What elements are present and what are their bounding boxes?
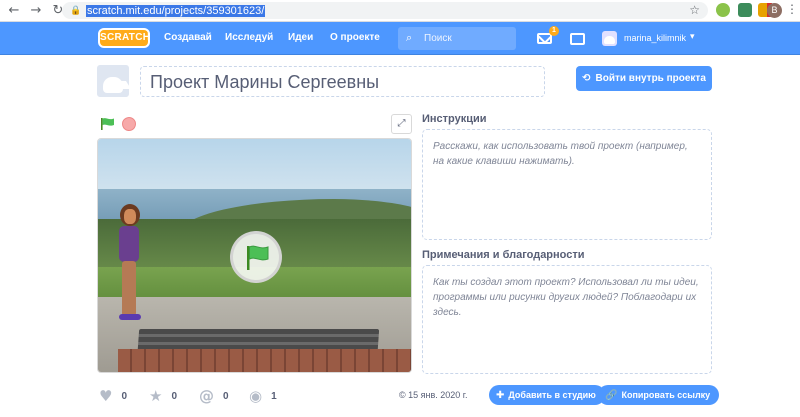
- link-icon: 🔗: [605, 389, 618, 401]
- project-title-input[interactable]: Проект Марины Сергеевны: [140, 66, 545, 97]
- character-sprite: [116, 204, 142, 322]
- remix-stat: @ 0: [199, 387, 229, 405]
- copy-link-label: Копировать ссылку: [621, 390, 711, 400]
- search-icon: ⌕: [406, 31, 413, 44]
- eye-icon: ◉: [249, 387, 263, 405]
- instructions-heading: Инструкции: [422, 113, 487, 125]
- green-flag-icon[interactable]: [101, 118, 115, 130]
- start-project-button[interactable]: [230, 231, 282, 283]
- extension-icon[interactable]: [716, 3, 730, 17]
- add-to-studio-button[interactable]: ✚ Добавить в студию: [489, 385, 605, 405]
- lock-icon: 🔒: [70, 5, 82, 16]
- instructions-textarea[interactable]: Расскажи, как использовать твой проект (…: [422, 129, 712, 240]
- favorite-stat[interactable]: ★ 0: [149, 387, 177, 405]
- views-stat: ◉ 1: [249, 387, 277, 405]
- stage-backdrop-bricks: [118, 349, 411, 372]
- address-bar[interactable]: 🔒 scratch.mit.edu/projects/359301623/ ☆: [62, 2, 708, 19]
- extension-icon[interactable]: [738, 3, 752, 17]
- project-date: © 15 янв. 2020 г.: [399, 390, 468, 400]
- forward-icon[interactable]: →: [28, 3, 44, 19]
- copy-link-button[interactable]: 🔗 Копировать ссылку: [598, 385, 720, 405]
- browser-profile-avatar[interactable]: B: [767, 3, 782, 18]
- messages-count-badge: 1: [549, 26, 559, 36]
- refresh-icon: ⟲: [582, 73, 591, 84]
- browser-menu-icon[interactable]: ⋮: [786, 2, 798, 16]
- project-stage[interactable]: [97, 138, 412, 373]
- project-author-avatar[interactable]: [97, 65, 131, 97]
- user-avatar[interactable]: [602, 31, 617, 46]
- url-text[interactable]: scratch.mit.edu/projects/359301623/: [86, 4, 266, 17]
- remix-count: 0: [223, 390, 229, 402]
- username[interactable]: marina_kilimnik: [624, 33, 686, 43]
- nav-explore[interactable]: Исследуй: [225, 32, 273, 43]
- browser-toolbar: ← → ↻ 🔒 scratch.mit.edu/projects/3593016…: [0, 0, 800, 22]
- love-count: 0: [121, 390, 128, 402]
- remix-spiral-icon: @: [199, 387, 214, 405]
- add-to-studio-label: Добавить в студию: [508, 390, 596, 400]
- see-inside-button[interactable]: ⟲ Войти внутрь проекта: [576, 66, 712, 91]
- plus-icon: ✚: [496, 389, 505, 401]
- my-stuff-folder-icon[interactable]: [570, 33, 585, 45]
- love-stat[interactable]: ♥ 0: [99, 387, 127, 405]
- star-icon: ★: [149, 387, 163, 405]
- search-box[interactable]: ⌕: [398, 27, 516, 50]
- bookmark-star-icon[interactable]: ☆: [689, 3, 700, 17]
- nav-about[interactable]: О проекте: [330, 32, 380, 43]
- chevron-down-icon[interactable]: ▾: [690, 32, 695, 42]
- search-input[interactable]: [424, 31, 510, 45]
- site-header: SCRATCH Создавай Исследуй Идеи О проекте…: [0, 22, 800, 55]
- green-flag-icon: [247, 245, 269, 270]
- nav-ideas[interactable]: Идеи: [288, 32, 313, 43]
- favorite-count: 0: [171, 390, 178, 402]
- notes-credits-textarea[interactable]: Как ты создал этот проект? Использовал л…: [422, 265, 712, 374]
- stop-icon[interactable]: [122, 117, 136, 131]
- back-icon[interactable]: ←: [6, 3, 22, 19]
- notes-heading: Примечания и благодарности: [422, 249, 585, 261]
- nav-create[interactable]: Создавай: [164, 32, 212, 43]
- see-inside-label: Войти внутрь проекта: [595, 73, 706, 84]
- fullscreen-icon[interactable]: ⤢: [391, 114, 412, 134]
- heart-icon: ♥: [99, 387, 113, 405]
- scratch-logo[interactable]: SCRATCH: [98, 28, 150, 48]
- views-count: 1: [271, 390, 277, 402]
